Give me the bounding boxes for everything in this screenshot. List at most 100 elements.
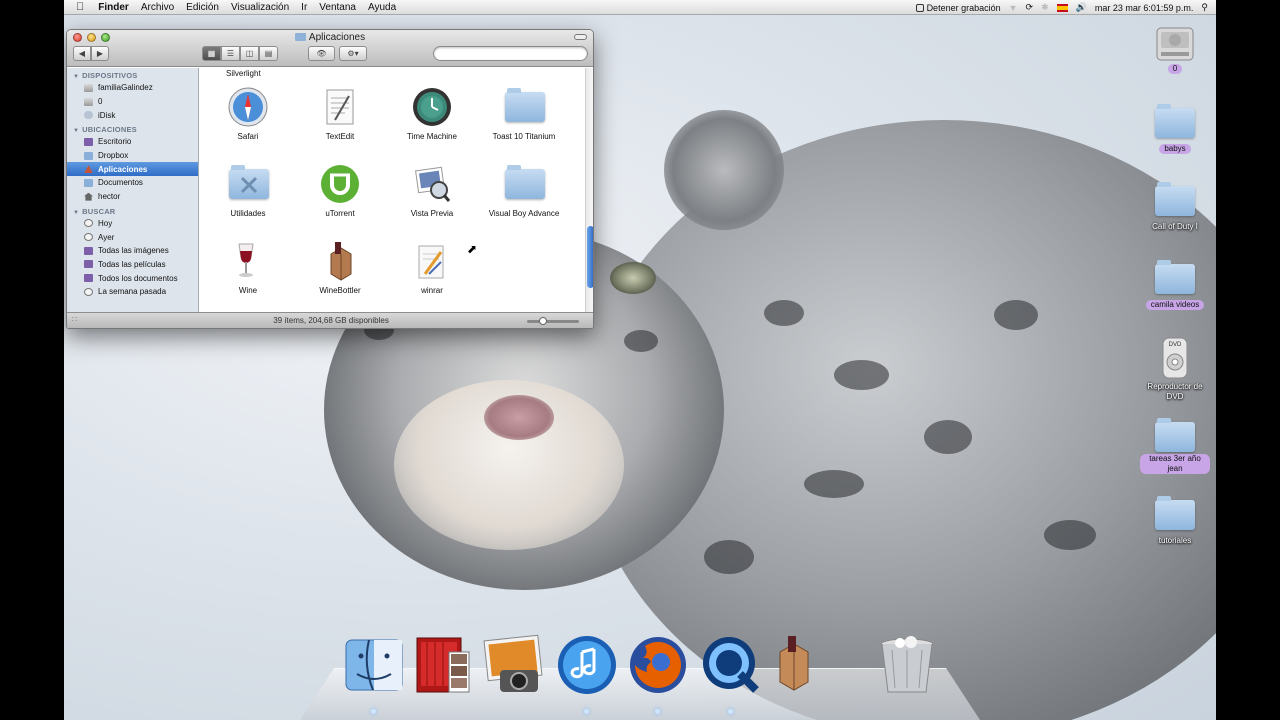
quick-look-button[interactable]: 👁	[308, 46, 335, 61]
sidebar-item-familiagalindez[interactable]: familiaGalindez	[67, 81, 198, 95]
volume-icon[interactable]: 🔊	[1076, 2, 1087, 13]
action-menu-button[interactable]: ⚙▾	[339, 46, 367, 61]
icon-size-slider-knob[interactable]	[539, 317, 547, 325]
sidebar-item-label: hector	[98, 192, 121, 202]
sidebar-item-escritorio[interactable]: Escritorio	[67, 135, 198, 149]
mouse-cursor-icon: ⬈	[467, 242, 478, 256]
search-input[interactable]	[433, 46, 588, 61]
quicktime-icon	[703, 637, 759, 693]
desktop-item-tareas[interactable]: tareas 3er año jean	[1130, 416, 1216, 476]
app-safari[interactable]: Safari	[202, 86, 294, 141]
desktop-item-camila-videos[interactable]: camila videos	[1130, 258, 1216, 312]
app-utorrent[interactable]: uTorrent	[294, 163, 386, 218]
desktop[interactable]:  Finder Archivo Edición Visualización I…	[64, 0, 1216, 720]
sidebar-item-dropbox[interactable]: Dropbox	[67, 149, 198, 163]
sidebar-section-devices[interactable]: ▼ DISPOSITIVOS	[67, 68, 198, 81]
menu-app-name[interactable]: Finder	[92, 2, 135, 13]
desktop-item-0[interactable]: 0	[1130, 22, 1216, 76]
menu-bar:  Finder Archivo Edición Visualización I…	[64, 0, 1216, 15]
sidebar-section-places[interactable]: ▼ UBICACIONES	[67, 122, 198, 135]
sidebar-item-documentos[interactable]: Documentos	[67, 176, 198, 190]
app-winebottler[interactable]: WineBottler	[294, 240, 386, 295]
app-toast-10-titanium[interactable]: Toast 10 Titanium	[478, 86, 570, 141]
menu-ayuda[interactable]: Ayuda	[362, 2, 402, 13]
sidebar-item-todos-documentos[interactable]: Todos los documentos	[67, 271, 198, 285]
app-wine[interactable]: Wine	[202, 240, 294, 295]
trash-icon	[880, 636, 934, 693]
app-label: Vista Previa	[410, 209, 454, 218]
sidebar-item-todas-imagenes[interactable]: Todas las imágenes	[67, 244, 198, 258]
sidebar-item-label: La semana pasada	[98, 287, 167, 297]
hard-drive-icon	[84, 97, 93, 106]
dock-firefox[interactable]	[627, 634, 689, 714]
column-view-button[interactable]: ◫	[240, 46, 259, 61]
sidebar-item-hector[interactable]: hector	[67, 190, 198, 204]
sidebar-item-semana-pasada[interactable]: La semana pasada	[67, 285, 198, 299]
sidebar-item-todas-peliculas[interactable]: Todas las películas	[67, 258, 198, 272]
icon-view-button[interactable]: ▦	[202, 46, 221, 61]
app-vista-previa[interactable]: Vista Previa	[386, 163, 478, 218]
section-title: UBICACIONES	[82, 125, 137, 135]
sidebar-section-search[interactable]: ▼ BUSCAR	[67, 204, 198, 217]
desktop-item-babys[interactable]: babys	[1130, 102, 1216, 156]
coverflow-view-button[interactable]: ▤	[259, 46, 278, 61]
icon-view-content[interactable]: Silverlight Safari TextEdit Time Machine	[200, 68, 593, 314]
sidebar-item-label: Hoy	[98, 218, 113, 228]
apple-menu-icon[interactable]: 	[64, 1, 92, 13]
bluetooth-icon[interactable]: ✱	[1041, 2, 1049, 13]
time-machine-icon	[411, 86, 453, 128]
desktop-icon	[84, 137, 93, 146]
running-indicator	[728, 709, 733, 714]
desktop-item-tutoriales[interactable]: tutoriales	[1130, 494, 1216, 548]
partial-item-label[interactable]: Silverlight	[226, 69, 261, 78]
app-visual-boy-advance[interactable]: Visual Boy Advance	[478, 163, 570, 218]
wifi-icon[interactable]: ▼	[1009, 3, 1018, 13]
menu-edicion[interactable]: Edición	[180, 2, 225, 13]
stop-recording-icon	[915, 3, 924, 12]
menu-ventana[interactable]: Ventana	[313, 2, 362, 13]
dock-iphoto[interactable]	[482, 634, 544, 696]
stop-recording-item[interactable]: Detener grabación	[915, 3, 1001, 13]
dock-photo-booth[interactable]	[411, 634, 473, 696]
dock-winebottler[interactable]	[766, 634, 828, 696]
folder-icon	[1153, 416, 1197, 452]
spain-flag-icon[interactable]	[1056, 3, 1068, 12]
spotlight-icon[interactable]: ⚲	[1201, 2, 1208, 13]
icon-size-slider[interactable]	[527, 317, 579, 325]
dock-trash[interactable]	[876, 634, 938, 696]
sidebar-item-hoy[interactable]: Hoy	[67, 217, 198, 231]
app-time-machine[interactable]: Time Machine	[386, 86, 478, 141]
vertical-scrollbar[interactable]	[585, 68, 593, 314]
app-label: Time Machine	[407, 132, 457, 141]
back-button[interactable]: ◀	[73, 46, 91, 61]
app-winrar[interactable]: winrar	[386, 240, 478, 295]
desktop-item-label: tutoriales	[1158, 536, 1192, 545]
desktop-item-call-of-duty[interactable]: Call of Duty I	[1130, 180, 1216, 234]
sidebar-item-idisk[interactable]: iDisk	[67, 108, 198, 122]
menu-ir[interactable]: Ir	[295, 2, 313, 13]
sidebar-item-ayer[interactable]: Ayer	[67, 230, 198, 244]
hard-drive-icon	[84, 83, 93, 92]
sidebar-item-0[interactable]: 0	[67, 95, 198, 109]
app-textedit[interactable]: TextEdit	[294, 86, 386, 141]
dock-finder[interactable]	[343, 634, 405, 714]
menu-archivo[interactable]: Archivo	[135, 2, 180, 13]
desktop-item-reproductor-dvd[interactable]: DVD Reproductor de DVD	[1130, 336, 1216, 404]
sync-icon[interactable]: ⟳	[1026, 2, 1034, 13]
sidebar-item-label: Todas las películas	[98, 259, 166, 269]
dock-quicktime[interactable]	[700, 634, 762, 714]
toolbar-toggle-button[interactable]	[574, 34, 587, 40]
finder-window[interactable]: Aplicaciones ◀ ▶ ▦ ☰ ◫ ▤ 👁 ⚙▾ ▼ DISPOSITI…	[66, 29, 594, 329]
smart-folder-icon	[84, 260, 93, 269]
sidebar-item-aplicaciones[interactable]: Aplicaciones	[67, 162, 198, 177]
finder-icon	[345, 639, 403, 691]
window-titlebar[interactable]: Aplicaciones ◀ ▶ ▦ ☰ ◫ ▤ 👁 ⚙▾	[67, 30, 593, 67]
menu-visualizacion[interactable]: Visualización	[225, 2, 295, 13]
list-view-button[interactable]: ☰	[221, 46, 240, 61]
sidebar-item-label: 0	[98, 97, 103, 107]
clock-text[interactable]: mar 23 mar 6:01:59 p.m.	[1095, 3, 1194, 13]
scrollbar-thumb[interactable]	[587, 226, 593, 288]
forward-button[interactable]: ▶	[91, 46, 109, 61]
dock-itunes[interactable]	[556, 634, 618, 714]
app-utilidades[interactable]: Utilidades	[202, 163, 294, 218]
